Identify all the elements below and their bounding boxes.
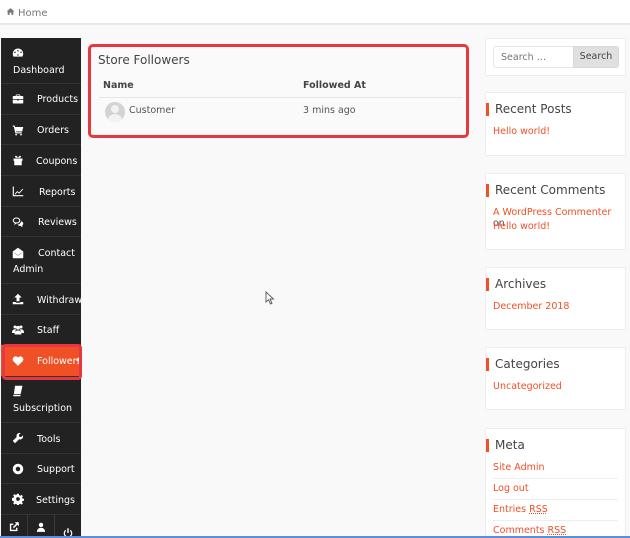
site-admin-link[interactable]: Site Admin	[493, 462, 545, 473]
page-title: Store Followers	[98, 53, 190, 67]
sidebar-item-label: Reviews	[38, 217, 77, 228]
rss-abbr: RSS	[547, 525, 567, 536]
post-link[interactable]: Hello world!	[493, 126, 550, 137]
sidebar-item-contact-admin[interactable]: Contact Admin	[1, 237, 81, 284]
log-out-link[interactable]: Log out	[493, 483, 529, 494]
sidebar-item-label: Subscription	[13, 403, 73, 414]
sidebar-item-staff[interactable]: Staff	[1, 315, 81, 345]
wrench-icon	[12, 432, 24, 444]
widget-title: Archives	[486, 278, 546, 291]
entries-rss-link[interactable]: Entries RSS	[493, 504, 548, 515]
sidebar-item-subscription[interactable]: Subscription	[1, 377, 81, 423]
logout-button[interactable]	[55, 515, 81, 538]
rss-abbr: RSS	[529, 504, 548, 515]
column-header-followed-at: Followed At	[303, 80, 366, 91]
archive-link[interactable]: December 2018	[493, 301, 569, 312]
categories-widget: Categories Uncategorized	[485, 347, 626, 410]
dashboard-icon	[12, 47, 24, 59]
meta-widget: Meta Site Admin Log out Entries RSS Comm…	[485, 428, 626, 538]
sidebar-item-label: Reports	[39, 187, 76, 198]
list-divider	[493, 478, 618, 479]
widget-title: Recent Comments	[486, 184, 605, 197]
sidebar-item-dashboard[interactable]: Dashboard	[1, 38, 81, 84]
search-input[interactable]	[493, 46, 573, 68]
lifebuoy-icon	[12, 463, 24, 475]
table-divider	[99, 97, 463, 98]
list-divider	[493, 520, 618, 521]
sidebar-item-orders[interactable]: Orders	[1, 115, 81, 145]
comments-icon	[12, 216, 24, 228]
sidebar-item-withdraw[interactable]: Withdraw	[1, 284, 83, 315]
followed-at-value: 3 mins ago	[303, 105, 356, 116]
widget-title: Categories	[486, 358, 560, 371]
comment-author-link[interactable]: A WordPress Commenter	[493, 207, 611, 218]
follower-name: Customer	[129, 105, 176, 116]
edit-account-button[interactable]	[28, 515, 55, 538]
book-icon	[12, 385, 24, 397]
line-chart-icon	[12, 185, 24, 197]
dashboard-sidebar: Dashboard Products Orders Coupons Report…	[1, 38, 83, 538]
home-icon	[6, 7, 15, 19]
sidebar-item-label: Support	[37, 464, 75, 475]
sidebar-item-reports[interactable]: Reports	[1, 176, 81, 207]
list-divider	[493, 499, 618, 500]
recent-posts-widget: Recent Posts Hello world!	[485, 92, 626, 156]
user-icon	[36, 522, 46, 532]
comments-rss-link[interactable]: Comments RSS	[493, 525, 566, 536]
visit-store-button[interactable]	[1, 515, 28, 538]
envelope-open-icon	[12, 247, 24, 259]
users-icon	[12, 324, 24, 336]
gift-icon	[12, 154, 24, 166]
external-link-icon	[9, 521, 19, 531]
category-link[interactable]: Uncategorized	[493, 381, 562, 392]
breadcrumb[interactable]: Home	[6, 7, 48, 19]
upload-icon	[12, 293, 24, 305]
search-widget: Search	[485, 38, 626, 76]
archives-widget: Archives December 2018	[485, 267, 626, 330]
top-bar: Home	[0, 0, 630, 25]
breadcrumb-home[interactable]: Home	[18, 8, 48, 19]
store-followers-panel: Store Followers Name Followed At Custome…	[88, 44, 469, 138]
sidebar-item-label: Orders	[37, 125, 69, 136]
column-header-name: Name	[103, 80, 134, 91]
avatar	[105, 102, 125, 122]
sidebar-item-label: Coupons	[36, 156, 78, 167]
briefcase-icon	[12, 93, 24, 105]
sidebar-item-label: Admin	[13, 264, 44, 275]
sidebar-item-coupons[interactable]: Coupons	[1, 145, 81, 176]
sidebar-item-label: Staff	[37, 325, 60, 336]
sidebar-item-label: Products	[37, 94, 79, 105]
followers-highlight-outline	[2, 344, 82, 380]
comment-post-link[interactable]: Hello world!	[493, 221, 550, 232]
sidebar-item-label: Settings	[36, 495, 75, 506]
sidebar-item-products[interactable]: Products	[1, 84, 81, 115]
sidebar-item-reviews[interactable]: Reviews	[1, 207, 81, 237]
search-button[interactable]: Search	[573, 46, 619, 68]
sidebar-item-support[interactable]: Support	[1, 454, 81, 484]
sidebar-footer	[1, 515, 81, 538]
recent-comments-widget: Recent Comments A WordPress Commenter on…	[485, 173, 626, 250]
cart-icon	[12, 124, 24, 136]
mouse-cursor-icon	[265, 291, 275, 305]
widget-title: Meta	[486, 439, 525, 452]
link-text: Comments	[493, 525, 548, 536]
sidebar-item-label: Dashboard	[13, 65, 65, 76]
sidebar-item-tools[interactable]: Tools	[1, 423, 81, 454]
widget-title: Recent Posts	[486, 103, 572, 116]
sidebar-item-label: Withdraw	[37, 295, 83, 306]
link-text: Entries	[493, 504, 530, 515]
sidebar-item-settings[interactable]: Settings	[1, 484, 81, 515]
sidebar-item-label: Tools	[37, 434, 61, 445]
gear-icon	[12, 493, 24, 506]
sidebar-item-label: Contact	[38, 248, 75, 259]
